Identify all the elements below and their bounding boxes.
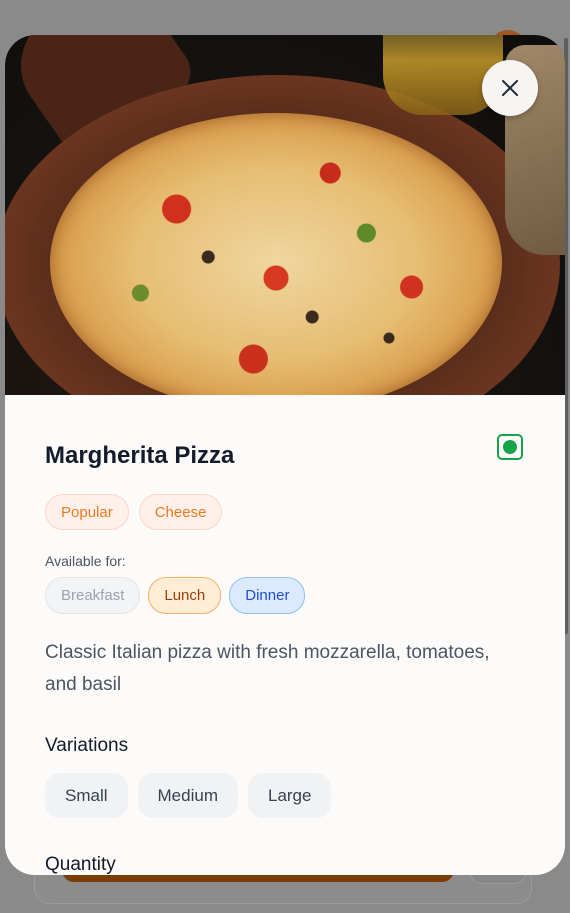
meal-availability: Breakfast Lunch Dinner: [45, 577, 525, 614]
quantity-heading: Quantity: [45, 854, 116, 875]
close-button[interactable]: [482, 60, 538, 116]
item-image: [5, 35, 565, 395]
item-detail-modal: Margherita Pizza Popular Cheese Availabl…: [5, 35, 565, 875]
veg-dot: [503, 440, 517, 454]
meal-lunch: Lunch: [148, 577, 222, 614]
available-for-label: Available for:: [45, 553, 126, 569]
meal-dinner: Dinner: [229, 577, 306, 614]
item-title: Margherita Pizza: [45, 442, 235, 469]
item-tags: Popular Cheese: [45, 494, 525, 530]
tag-popular: Popular: [45, 494, 129, 530]
tag-cheese: Cheese: [138, 494, 223, 530]
item-description: Classic Italian pizza with fresh mozzare…: [45, 642, 490, 695]
close-icon: [502, 80, 518, 96]
meal-breakfast: Breakfast: [45, 577, 141, 614]
variations-heading: Variations: [45, 735, 129, 756]
variation-options: Small Medium Large: [45, 773, 525, 818]
variation-large-button[interactable]: Large: [247, 773, 332, 818]
variation-small-button[interactable]: Small: [45, 773, 128, 818]
pizza-image: [50, 113, 502, 395]
veg-indicator-icon: [497, 434, 523, 460]
variation-medium-button[interactable]: Medium: [137, 773, 238, 818]
item-details: Margherita Pizza Popular Cheese Availabl…: [5, 395, 565, 875]
